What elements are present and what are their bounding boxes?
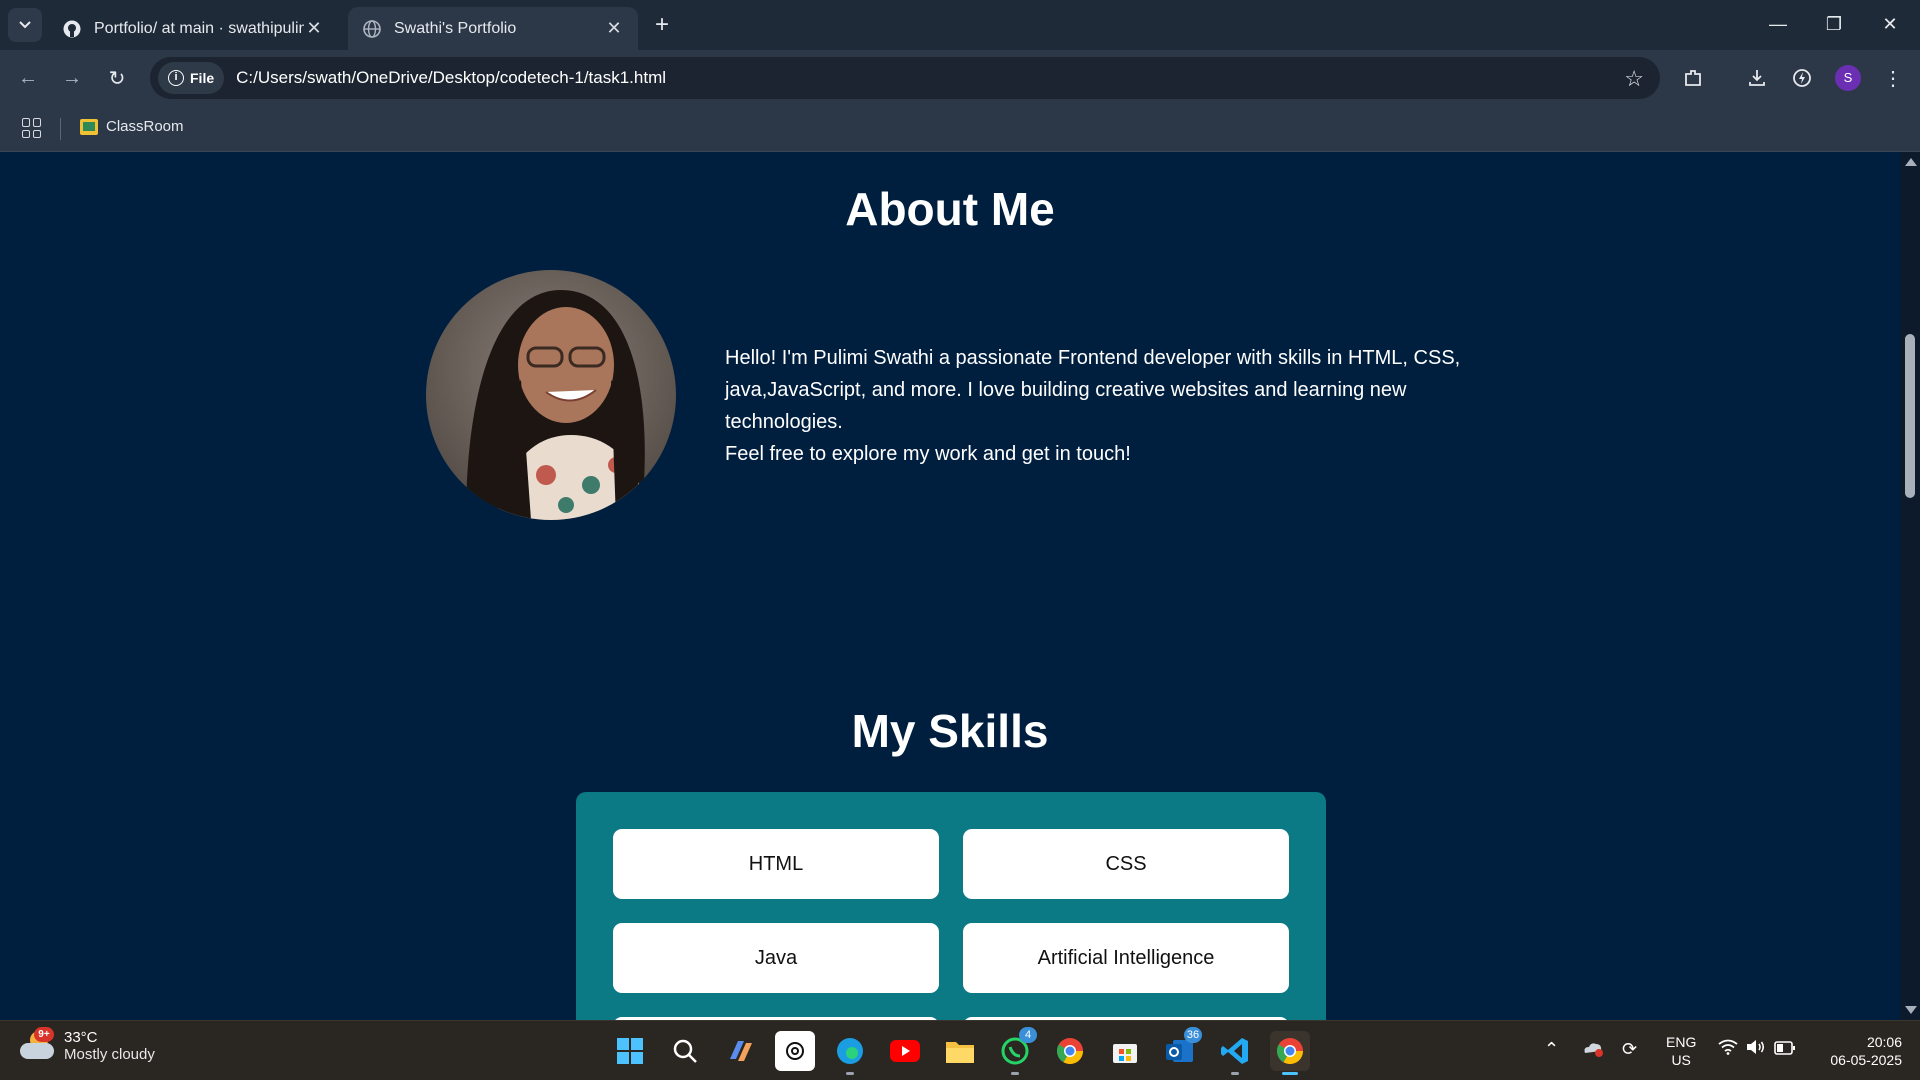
new-tab-button[interactable]: + [648, 12, 676, 40]
bio-paragraph: Hello! I'm Pulimi Swathi a passionate Fr… [725, 347, 1461, 433]
bio-closing: Feel free to explore my work and get in … [725, 443, 1131, 465]
site-info-chip[interactable]: i File [158, 62, 225, 94]
language-code: ENG [1666, 1034, 1697, 1050]
wifi-icon[interactable] [1718, 1039, 1738, 1060]
site-info-label: File [190, 70, 215, 86]
outlook-badge: 36 [1184, 1027, 1202, 1043]
bookmark-label: ClassRoom [106, 118, 184, 135]
tab-strip: Portfolio/ at main · swathipulimi ✕ Swat… [0, 0, 1920, 50]
tab-swathis-portfolio[interactable]: Swathi's Portfolio ✕ [348, 7, 638, 50]
bookmark-star-icon[interactable]: ☆ [1624, 66, 1644, 92]
language-indicator[interactable]: ENG US [1666, 1033, 1696, 1069]
weather-condition: Mostly cloudy [64, 1046, 155, 1063]
system-clock[interactable]: 20:06 06-05-2025 [1810, 1033, 1902, 1069]
about-heading: About Me [845, 183, 1055, 235]
bookmarks-divider [60, 118, 61, 140]
tab-search-button[interactable] [8, 8, 42, 42]
tab-github-portfolio[interactable]: Portfolio/ at main · swathipulimi ✕ [48, 7, 338, 50]
close-tab-icon[interactable]: ✕ [604, 18, 624, 39]
back-arrow-icon[interactable]: ← [12, 62, 44, 94]
apps-grid-icon[interactable] [22, 118, 42, 138]
profile-avatar[interactable]: S [1835, 65, 1861, 91]
address-bar[interactable]: i File C:/Users/swath/OneDrive/Desktop/c… [150, 57, 1660, 99]
onedrive-error-icon[interactable] [1582, 1039, 1604, 1062]
skill-card-java: Java [613, 923, 939, 993]
bookmark-classroom[interactable]: ClassRoom [80, 118, 184, 135]
skills-heading: My Skills [851, 705, 1049, 757]
start-icon[interactable] [610, 1031, 650, 1071]
chevron-down-icon [19, 21, 31, 29]
file-explorer-icon[interactable] [940, 1031, 980, 1071]
battery-icon[interactable] [1774, 1039, 1796, 1060]
close-window-icon[interactable]: ✕ [1862, 0, 1918, 48]
chrome-active-icon[interactable] [1270, 1031, 1310, 1075]
search-icon[interactable] [665, 1031, 705, 1071]
clock-date: 06-05-2025 [1830, 1052, 1902, 1068]
store-icon[interactable] [1105, 1031, 1145, 1071]
volume-icon[interactable] [1746, 1039, 1766, 1060]
chrome-icon[interactable] [1050, 1031, 1090, 1071]
profile-photo [426, 270, 676, 520]
browser-toolbar: ← → ↻ i File C:/Users/swath/OneDrive/Des… [0, 50, 1920, 106]
chevron-up-icon[interactable]: ⌃ [1544, 1039, 1559, 1060]
performance-icon[interactable] [1786, 62, 1818, 94]
globe-icon [362, 19, 382, 39]
forward-arrow-icon[interactable]: → [56, 62, 88, 94]
tab-title: Portfolio/ at main · swathipulimi [94, 19, 304, 37]
whatsapp-icon[interactable]: 4 [995, 1027, 1037, 1075]
skill-card-css: CSS [963, 829, 1289, 899]
about-bio: Hello! I'm Pulimi Swathi a passionate Fr… [725, 342, 1485, 470]
vscode-icon[interactable] [1215, 1031, 1255, 1075]
download-icon[interactable] [1741, 62, 1773, 94]
outlook-icon[interactable]: 36 [1160, 1027, 1202, 1071]
taskbar: 9+ 33°C Mostly cloudy 4 36 ⌃ ⟳ ENG US 20… [0, 1020, 1920, 1080]
skills-panel: HTML CSS Java Artificial Intelligence [576, 792, 1326, 1020]
skill-card-ai: Artificial Intelligence [963, 923, 1289, 993]
extensions-icon[interactable] [1677, 62, 1709, 94]
kebab-menu-icon[interactable]: ⋮ [1877, 62, 1909, 94]
classroom-icon [80, 118, 98, 135]
bookmarks-bar: ClassRoom [0, 106, 1920, 152]
whatsapp-badge: 4 [1019, 1027, 1037, 1043]
weather-temp: 33°C [64, 1029, 98, 1046]
page-viewport: About Me Hello! I'm Pulimi Swathi a pass… [0, 152, 1900, 1020]
copilot-icon[interactable] [720, 1031, 760, 1071]
weather-badge: 9+ [34, 1027, 54, 1042]
scroll-up-arrow-icon[interactable] [1905, 158, 1917, 166]
page-scrollbar[interactable] [1900, 152, 1920, 1020]
skill-card-html: HTML [613, 829, 939, 899]
edge-icon[interactable] [830, 1031, 870, 1075]
weather-widget[interactable]: 9+ 33°C Mostly cloudy [20, 1027, 155, 1063]
sync-icon[interactable]: ⟳ [1622, 1039, 1637, 1060]
close-tab-icon[interactable]: ✕ [304, 18, 324, 39]
scroll-down-arrow-icon[interactable] [1905, 1006, 1917, 1014]
chatgpt-icon[interactable] [775, 1031, 815, 1071]
info-icon: i [168, 70, 184, 86]
url-text[interactable]: C:/Users/swath/OneDrive/Desktop/codetech… [236, 68, 666, 88]
tab-title: Swathi's Portfolio [394, 19, 517, 37]
weather-cloud-icon: 9+ [20, 1027, 56, 1061]
restore-icon[interactable]: ❐ [1806, 0, 1862, 48]
github-icon [62, 19, 82, 39]
clock-time: 20:06 [1866, 1034, 1902, 1050]
reload-icon[interactable]: ↻ [101, 62, 133, 94]
language-region: US [1671, 1052, 1691, 1068]
scrollbar-thumb[interactable] [1905, 334, 1915, 498]
minimize-icon[interactable]: — [1750, 0, 1806, 48]
youtube-icon[interactable] [885, 1031, 925, 1071]
